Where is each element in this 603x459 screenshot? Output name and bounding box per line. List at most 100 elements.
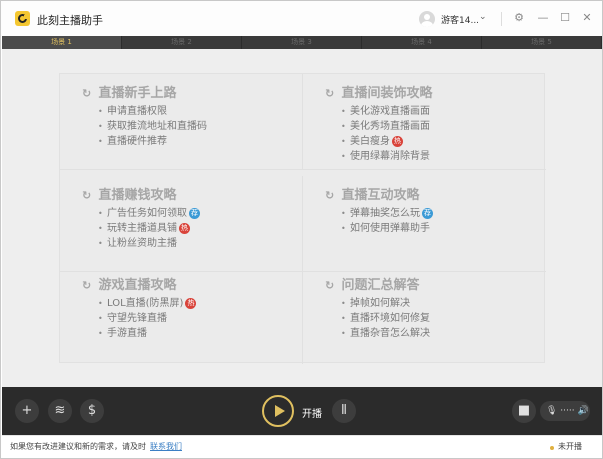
guide-link-text[interactable]: 直播环境如何修复 (350, 313, 430, 324)
guide-link-text[interactable]: 使用绿幕消除背景 (350, 151, 430, 162)
guide-link[interactable]: • LOL直播(防黑屏) 热 (98, 296, 197, 311)
guide-panel: ↻ 直播新手上路 • 申请直播权限 • 获取推流地址和直播码 • 直播硬件推荐 ↻ 直… (59, 73, 546, 364)
tab-scene-5[interactable]: 场景 5 (482, 36, 602, 49)
bullet: • (341, 329, 346, 338)
guide-link-text[interactable]: 获取推流地址和直播码 (107, 121, 207, 132)
recommend-badge: 荐 (189, 208, 200, 219)
guide-link-text[interactable]: 弹幕抽奖怎么玩 (350, 208, 420, 219)
control-bar: + ≋ $ 开播 ⫴ ■ 🎙 ····· 🔊 (2, 387, 602, 435)
tab-scene-4[interactable]: 场景 4 (362, 36, 482, 49)
bullet: • (341, 209, 346, 218)
guide-link[interactable]: • 直播环境如何修复 (341, 311, 430, 326)
guide-link[interactable]: • 如何使用弹幕助手 (341, 221, 433, 236)
guide-list: • LOL直播(防黑屏) 热 • 守望先锋直播 • 手游直播 (98, 296, 197, 341)
guide-link-text[interactable]: 让粉丝资助主播 (107, 238, 177, 249)
hot-badge: 热 (185, 298, 197, 309)
contact-us-link[interactable]: 联系我们 (150, 442, 182, 451)
guide-link-text[interactable]: 掉帧如何解决 (350, 298, 410, 309)
maximize-button[interactable]: ☐ (557, 9, 573, 27)
guide-link-text[interactable]: 美白瘦身 (350, 136, 390, 147)
bullet: • (341, 152, 346, 161)
section-title-text: 直播间装饰攻略 (341, 86, 433, 101)
guide-section-faq: ↻ 问题汇总解答 • 掉帧如何解决 • 直播环境如何修复 • 直播杂音怎么解决 (303, 266, 546, 364)
feedback-message: 如果您有改进建议和新的需求，请及时 联系我们 (10, 441, 182, 452)
layers-icon[interactable]: ≋ (48, 399, 72, 423)
chevron-down-icon[interactable]: ⌄ (479, 12, 487, 22)
guide-link-text[interactable]: 守望先锋直播 (107, 313, 167, 324)
gear-icon[interactable]: ⚙ (511, 9, 527, 27)
guide-link[interactable]: • 玩转主播道具铺热 (98, 221, 200, 236)
guide-link[interactable]: • 获取推流地址和直播码 (98, 119, 207, 134)
add-source-button[interactable]: + (15, 399, 39, 423)
refresh-arrow-icon: ↻ (325, 87, 335, 100)
section-title[interactable]: ↻ 问题汇总解答 (325, 274, 420, 293)
guide-link-text[interactable]: 玩转主播道具铺 (107, 223, 177, 234)
bullet: • (98, 137, 103, 146)
guide-link[interactable]: • 掉帧如何解决 (341, 296, 430, 311)
dollar-icon[interactable]: $ (80, 399, 104, 423)
guide-link[interactable]: • 使用绿幕消除背景 (341, 149, 430, 164)
section-title-text: 问题汇总解答 (341, 278, 420, 293)
mic-volume-control[interactable]: 🎙 ····· 🔊 (540, 401, 590, 421)
minimize-button[interactable]: — (535, 9, 551, 27)
guide-link-text[interactable]: 直播杂音怎么解决 (350, 328, 430, 339)
guide-section-gaming: ↻ 游戏直播攻略 • LOL直播(防黑屏) 热 • 守望先锋直播 • 手游直播 (60, 266, 303, 364)
live-status-dot (550, 446, 554, 450)
tab-scene-3[interactable]: 场景 3 (242, 36, 362, 49)
guide-link-text[interactable]: 申请直播权限 (107, 106, 167, 117)
user-avatar[interactable] (419, 11, 435, 27)
feedback-text: 如果您有改进建议和新的需求，请及时 (10, 442, 146, 451)
guide-list: • 广告任务如何领取荐 • 玩转主播道具铺热 • 让粉丝资助主播 (98, 206, 200, 251)
guide-section-interaction: ↻ 直播互动攻略 • 弹幕抽奖怎么玩荐 • 如何使用弹幕助手 (303, 176, 546, 272)
guide-list: • 掉帧如何解决 • 直播环境如何修复 • 直播杂音怎么解决 (341, 296, 430, 341)
bullet: • (98, 122, 103, 131)
guide-link[interactable]: • 直播杂音怎么解决 (341, 326, 430, 341)
section-title[interactable]: ↻ 直播新手上路 (82, 82, 177, 101)
preview-area: ↻ 直播新手上路 • 申请直播权限 • 获取推流地址和直播码 • 直播硬件推荐 ↻ 直… (2, 49, 602, 387)
guide-link-text[interactable]: 广告任务如何领取 (107, 208, 187, 219)
tab-scene-2[interactable]: 场景 2 (122, 36, 242, 49)
guide-link[interactable]: • 美化游戏直播画面 (341, 104, 430, 119)
section-title-text: 直播互动攻略 (341, 188, 420, 203)
camera-icon[interactable]: ■ (512, 399, 536, 423)
guide-link[interactable]: • 直播硬件推荐 (98, 134, 207, 149)
guide-link-text[interactable]: 如何使用弹幕助手 (350, 223, 430, 234)
refresh-arrow-icon: ↻ (325, 279, 335, 292)
bullet: • (98, 329, 103, 338)
bullet: • (341, 107, 346, 116)
start-live-button[interactable] (262, 395, 294, 427)
guide-link-text[interactable]: 美化秀场直播画面 (350, 121, 430, 132)
guide-link[interactable]: • 申请直播权限 (98, 104, 207, 119)
guide-link-text[interactable]: LOL直播(防黑屏) (107, 298, 183, 309)
app-logo-icon (15, 11, 30, 26)
refresh-arrow-icon: ↻ (82, 87, 92, 100)
bullet: • (341, 137, 346, 146)
username-label[interactable]: 游客14... (441, 13, 479, 26)
start-live-label[interactable]: 开播 (302, 405, 322, 420)
guide-link[interactable]: • 弹幕抽奖怎么玩荐 (341, 206, 433, 221)
bullet: • (341, 314, 346, 323)
refresh-arrow-icon: ↻ (82, 279, 92, 292)
app-window: 此刻主播助手 游客14... ⌄ ⚙ — ☐ ✕ 场景 1 场景 2 场景 3 … (0, 0, 603, 459)
guide-link-text[interactable]: 美化游戏直播画面 (350, 106, 430, 117)
section-title[interactable]: ↻ 直播互动攻略 (325, 184, 420, 203)
tab-scene-1[interactable]: 场景 1 (2, 36, 122, 49)
bullet: • (98, 107, 103, 116)
section-title[interactable]: ↻ 直播间装饰攻略 (325, 82, 433, 101)
guide-link[interactable]: • 美化秀场直播画面 (341, 119, 430, 134)
guide-link[interactable]: • 广告任务如何领取荐 (98, 206, 200, 221)
section-title-text: 游戏直播攻略 (98, 278, 177, 293)
bullet: • (98, 209, 103, 218)
guide-link[interactable]: • 美白瘦身热 (341, 134, 430, 149)
close-button[interactable]: ✕ (579, 9, 595, 27)
hot-badge: 热 (179, 223, 190, 234)
section-title[interactable]: ↻ 游戏直播攻略 (82, 274, 177, 293)
guide-link[interactable]: • 守望先锋直播 (98, 311, 196, 326)
bullet: • (98, 299, 103, 308)
guide-link[interactable]: • 让粉丝资助主播 (98, 236, 200, 251)
section-title[interactable]: ↻ 直播赚钱攻略 (82, 184, 177, 203)
guide-link-text[interactable]: 手游直播 (107, 328, 147, 339)
mixer-icon[interactable]: ⫴ (332, 399, 356, 423)
guide-link-text[interactable]: 直播硬件推荐 (107, 136, 167, 147)
guide-link[interactable]: • 手游直播 (98, 326, 196, 341)
